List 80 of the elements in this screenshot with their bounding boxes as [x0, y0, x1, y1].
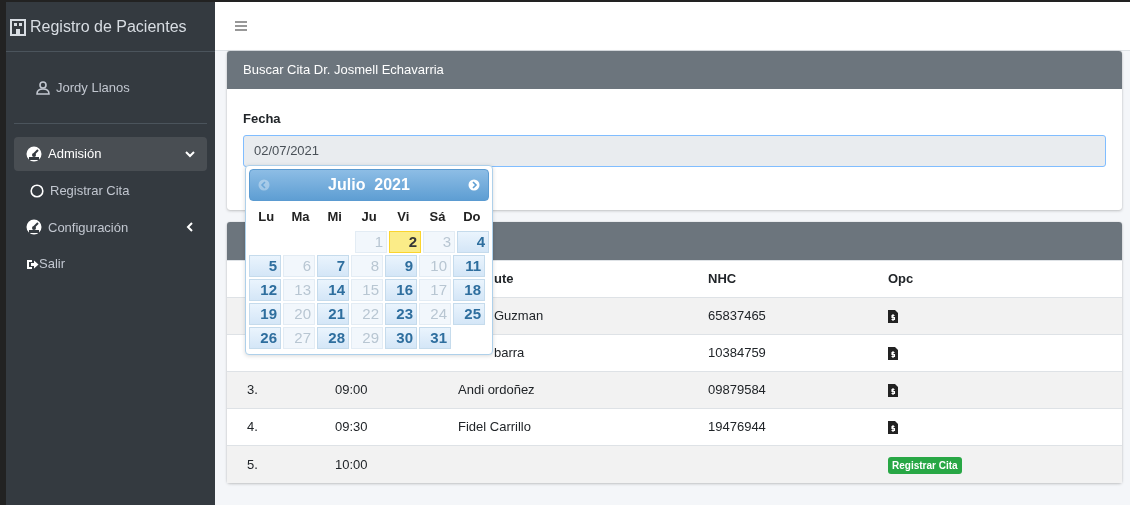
calendar-day[interactable]: 16: [385, 278, 417, 301]
patient-name: Fidel Carrillo: [458, 419, 531, 435]
calendar-day[interactable]: 28: [317, 326, 349, 349]
menu-item[interactable]: Configuración: [14, 210, 207, 244]
calendar-day[interactable]: 23: [385, 302, 417, 325]
calendar-day: 22: [351, 302, 383, 325]
time-text: 09:00: [335, 382, 368, 398]
chevron-down-icon: [185, 148, 195, 159]
column-header: ute: [494, 271, 514, 287]
record-number: 09879584: [708, 382, 766, 398]
weekday-label: Sá: [428, 208, 447, 226]
calendar-day: 15: [351, 278, 383, 301]
weekday-label: Vi: [396, 208, 411, 226]
dashboard-icon: [26, 145, 42, 162]
app-title: Registro de Pacientes: [30, 16, 187, 37]
calendar-day[interactable]: 18: [453, 278, 485, 301]
patient-name: Guzman: [494, 308, 544, 324]
calendar-day[interactable]: 4: [457, 230, 489, 253]
record-number: 10384759: [708, 345, 766, 361]
menu-icon[interactable]: [235, 21, 247, 31]
menu-item[interactable]: Admisión: [14, 137, 207, 171]
calendar-day: 29: [351, 326, 383, 349]
weekday-label: Ma: [290, 208, 311, 226]
calendar-day[interactable]: 31: [419, 326, 451, 349]
sign-out-icon: [26, 258, 39, 270]
calendar-day[interactable]: 30: [385, 326, 417, 349]
calendar-day: 6: [283, 254, 315, 277]
calendar-day: 10: [419, 254, 451, 277]
calendar-day[interactable]: 2: [389, 230, 421, 253]
calendar-day: 3: [423, 230, 455, 253]
file-invoice-icon[interactable]: [888, 310, 898, 324]
calendar-day[interactable]: 14: [317, 278, 349, 301]
row-number: 4.: [247, 419, 258, 435]
month-title: Julio 2021: [328, 175, 410, 195]
calendar-day: 8: [351, 254, 383, 277]
patient-name: barra: [494, 345, 525, 361]
register-button[interactable]: Registrar Cita: [888, 456, 962, 474]
user-icon: [36, 80, 50, 95]
row-number: 5.: [247, 456, 258, 472]
calendar-day[interactable]: 5: [249, 254, 281, 277]
calendar-day: 20: [283, 302, 315, 325]
calendar-day[interactable]: 21: [317, 302, 349, 325]
weekday-label: Ju: [360, 208, 378, 226]
circle-icon: [30, 183, 44, 198]
calendar-day[interactable]: 25: [453, 302, 485, 325]
time-text: 10:00: [335, 456, 368, 472]
file-invoice-icon[interactable]: [888, 384, 898, 398]
file-invoice-icon[interactable]: [888, 347, 898, 361]
calendar-day[interactable]: 19: [249, 302, 281, 325]
chevron-left-icon: [185, 222, 195, 233]
hospital-icon: [10, 17, 26, 36]
record-number: 19476944: [708, 419, 766, 435]
weekday-label: Mi: [326, 208, 343, 226]
row-number: 3.: [247, 382, 258, 398]
calendar-day: 17: [419, 278, 451, 301]
card-title: Buscar Cita Dr. Josmell Echavarria: [243, 61, 444, 80]
calendar-day: 27: [283, 326, 315, 349]
calendar-day[interactable]: 26: [249, 326, 281, 349]
user-name: Jordy Llanos: [56, 78, 130, 97]
calendar-day: 1: [355, 230, 387, 253]
column-header: Opc: [888, 271, 914, 287]
record-number: 65837465: [708, 308, 766, 324]
file-invoice-icon[interactable]: [888, 421, 898, 435]
menu-item[interactable]: Registrar Cita: [14, 173, 207, 208]
field-label: Fecha: [243, 110, 282, 128]
weekday-label: Lu: [257, 208, 276, 226]
calendar-day: 13: [283, 278, 315, 301]
time-text: 09:30: [335, 419, 368, 435]
calendar-day[interactable]: 11: [453, 254, 485, 277]
calendar-day: 24: [419, 302, 451, 325]
calendar-day[interactable]: 9: [385, 254, 417, 277]
patient-name: Andi ordoñez: [458, 382, 535, 398]
weekday-label: Do: [462, 208, 482, 226]
next-icon[interactable]: [468, 179, 480, 191]
column-header: NHC: [708, 271, 737, 287]
calendar-day[interactable]: 7: [317, 254, 349, 277]
date-field[interactable]: 02/07/2021: [243, 135, 1106, 167]
dashboard-icon: [26, 219, 42, 236]
menu-item[interactable]: Salir: [14, 247, 207, 281]
calendar-day[interactable]: 12: [249, 278, 281, 301]
